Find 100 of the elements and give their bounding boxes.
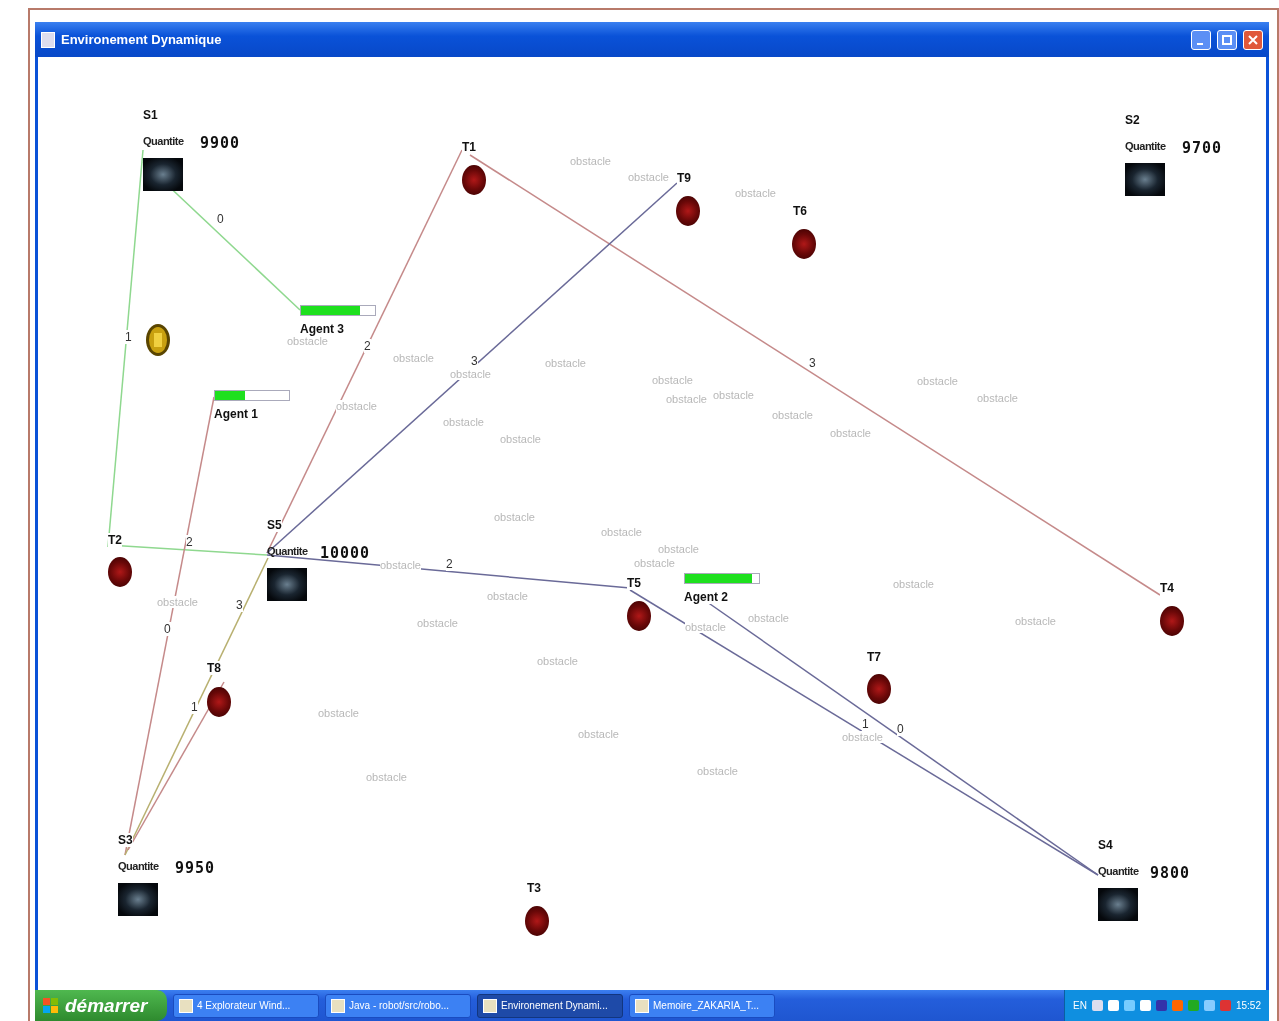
station-icon <box>118 883 158 916</box>
taskbar-button[interactable]: Environement Dynami... <box>477 993 623 1018</box>
token-icon <box>145 323 171 357</box>
maximize-icon <box>1222 34 1232 45</box>
language-indicator: EN <box>1073 1000 1087 1011</box>
target-label: T7 <box>867 650 881 664</box>
station-label: S5 <box>267 518 282 532</box>
obstacle-label: obstacle <box>545 357 586 369</box>
edge-label: 0 <box>217 212 224 226</box>
station-label: S3 <box>118 833 133 847</box>
station-icon <box>1098 888 1138 921</box>
minimize-icon <box>1196 41 1204 45</box>
edge-label: 0 <box>897 722 904 736</box>
target-label: T3 <box>527 881 541 895</box>
quantity-label: Quantite <box>1098 865 1139 877</box>
obstacle-label: obstacle <box>570 155 611 167</box>
obstacle-label: obstacle <box>601 526 642 538</box>
edge-label: 1 <box>191 700 198 714</box>
quantity-label: Quantite <box>118 860 159 872</box>
obstacle-label: obstacle <box>713 389 754 401</box>
close-button[interactable] <box>1243 29 1263 50</box>
obstacle-label: obstacle <box>658 543 699 555</box>
target-icon <box>627 601 651 631</box>
station-label: S4 <box>1098 838 1113 852</box>
tray-icon[interactable] <box>1203 1000 1215 1011</box>
target-icon <box>525 906 549 936</box>
obstacle-label: obstacle <box>450 368 491 380</box>
obstacle-label: obstacle <box>500 433 541 445</box>
obstacle-label: obstacle <box>685 621 726 633</box>
minimize-button[interactable] <box>1191 29 1211 50</box>
target-label: T9 <box>677 171 691 185</box>
maximize-button[interactable] <box>1217 29 1237 50</box>
obstacle-label: obstacle <box>893 578 934 590</box>
edge-label: 1 <box>125 330 132 344</box>
edge-label: 3 <box>236 598 243 612</box>
tray-icon[interactable] <box>1123 1000 1135 1011</box>
target-icon <box>867 674 891 704</box>
target-label: T4 <box>1160 581 1174 595</box>
obstacle-label: obstacle <box>748 612 789 624</box>
target-label: T1 <box>462 140 476 154</box>
obstacle-label: obstacle <box>487 590 528 602</box>
station-icon <box>143 158 183 191</box>
obstacle-label: obstacle <box>628 171 669 183</box>
window-icon <box>635 998 649 1013</box>
edge-label: 2 <box>446 557 453 571</box>
close-icon <box>1248 34 1258 45</box>
obstacle-label: obstacle <box>772 409 813 421</box>
tray-icon[interactable] <box>1155 1000 1167 1011</box>
target-icon <box>462 165 486 195</box>
quantity-label: Quantite <box>267 545 308 557</box>
quantity-value: 9950 <box>175 859 216 877</box>
target-label: T5 <box>627 576 641 590</box>
edge-label: 2 <box>364 339 371 353</box>
quantity-label: Quantite <box>1125 140 1166 152</box>
window-icon <box>179 998 193 1013</box>
tray-icon[interactable] <box>1139 1000 1151 1011</box>
quantity-label: Quantite <box>143 135 184 147</box>
target-label: T6 <box>793 204 807 218</box>
taskbar-button[interactable]: Memoire_ZAKARIA_T... <box>629 993 775 1018</box>
quantity-value: 10000 <box>320 544 371 562</box>
station-label: S2 <box>1125 113 1140 127</box>
tray-icon[interactable] <box>1107 1000 1119 1011</box>
edge-label: 0 <box>164 622 171 636</box>
taskbar-button[interactable]: Java - robot/src/robo... <box>325 993 471 1018</box>
quantity-value: 9800 <box>1150 864 1191 882</box>
station-icon <box>267 568 307 601</box>
window-icon <box>483 998 497 1013</box>
obstacle-label: obstacle <box>287 335 328 347</box>
obstacle-label: obstacle <box>977 392 1018 404</box>
obstacle-label: obstacle <box>735 187 776 199</box>
window-title: Environement Dynamique <box>61 32 223 47</box>
obstacle-label: obstacle <box>443 416 484 428</box>
app-icon <box>41 31 55 48</box>
obstacle-label: obstacle <box>1015 615 1056 627</box>
edge-label: 1 <box>862 717 869 731</box>
obstacle-label: obstacle <box>830 427 871 439</box>
obstacle-label: obstacle <box>917 375 958 387</box>
obstacle-label: obstacle <box>634 557 675 569</box>
target-icon <box>1160 606 1184 636</box>
target-icon <box>207 687 231 717</box>
clock: 15:52 <box>1235 1000 1261 1011</box>
edge-label: 3 <box>471 354 478 368</box>
obstacle-label: obstacle <box>666 393 707 405</box>
station-icon <box>1125 163 1165 196</box>
obstacle-label: obstacle <box>417 617 458 629</box>
agent-label: Agent 3 <box>300 322 344 336</box>
obstacle-label: obstacle <box>318 707 359 719</box>
taskbar-button[interactable]: 4 Explorateur Wind... <box>173 993 319 1018</box>
obstacle-label: obstacle <box>157 596 198 608</box>
agent-label: Agent 2 <box>684 590 728 604</box>
agent-label: Agent 1 <box>214 407 258 421</box>
quantity-value: 9900 <box>200 134 241 152</box>
start-button[interactable]: démarrer <box>35 990 167 1021</box>
tray-icon[interactable] <box>1219 1000 1231 1011</box>
target-icon <box>792 229 816 259</box>
windows-logo-icon <box>43 997 59 1014</box>
tray-icon[interactable] <box>1091 1000 1103 1011</box>
window-icon <box>331 998 345 1013</box>
obstacle-label: obstacle <box>380 559 421 571</box>
target-icon <box>676 196 700 226</box>
